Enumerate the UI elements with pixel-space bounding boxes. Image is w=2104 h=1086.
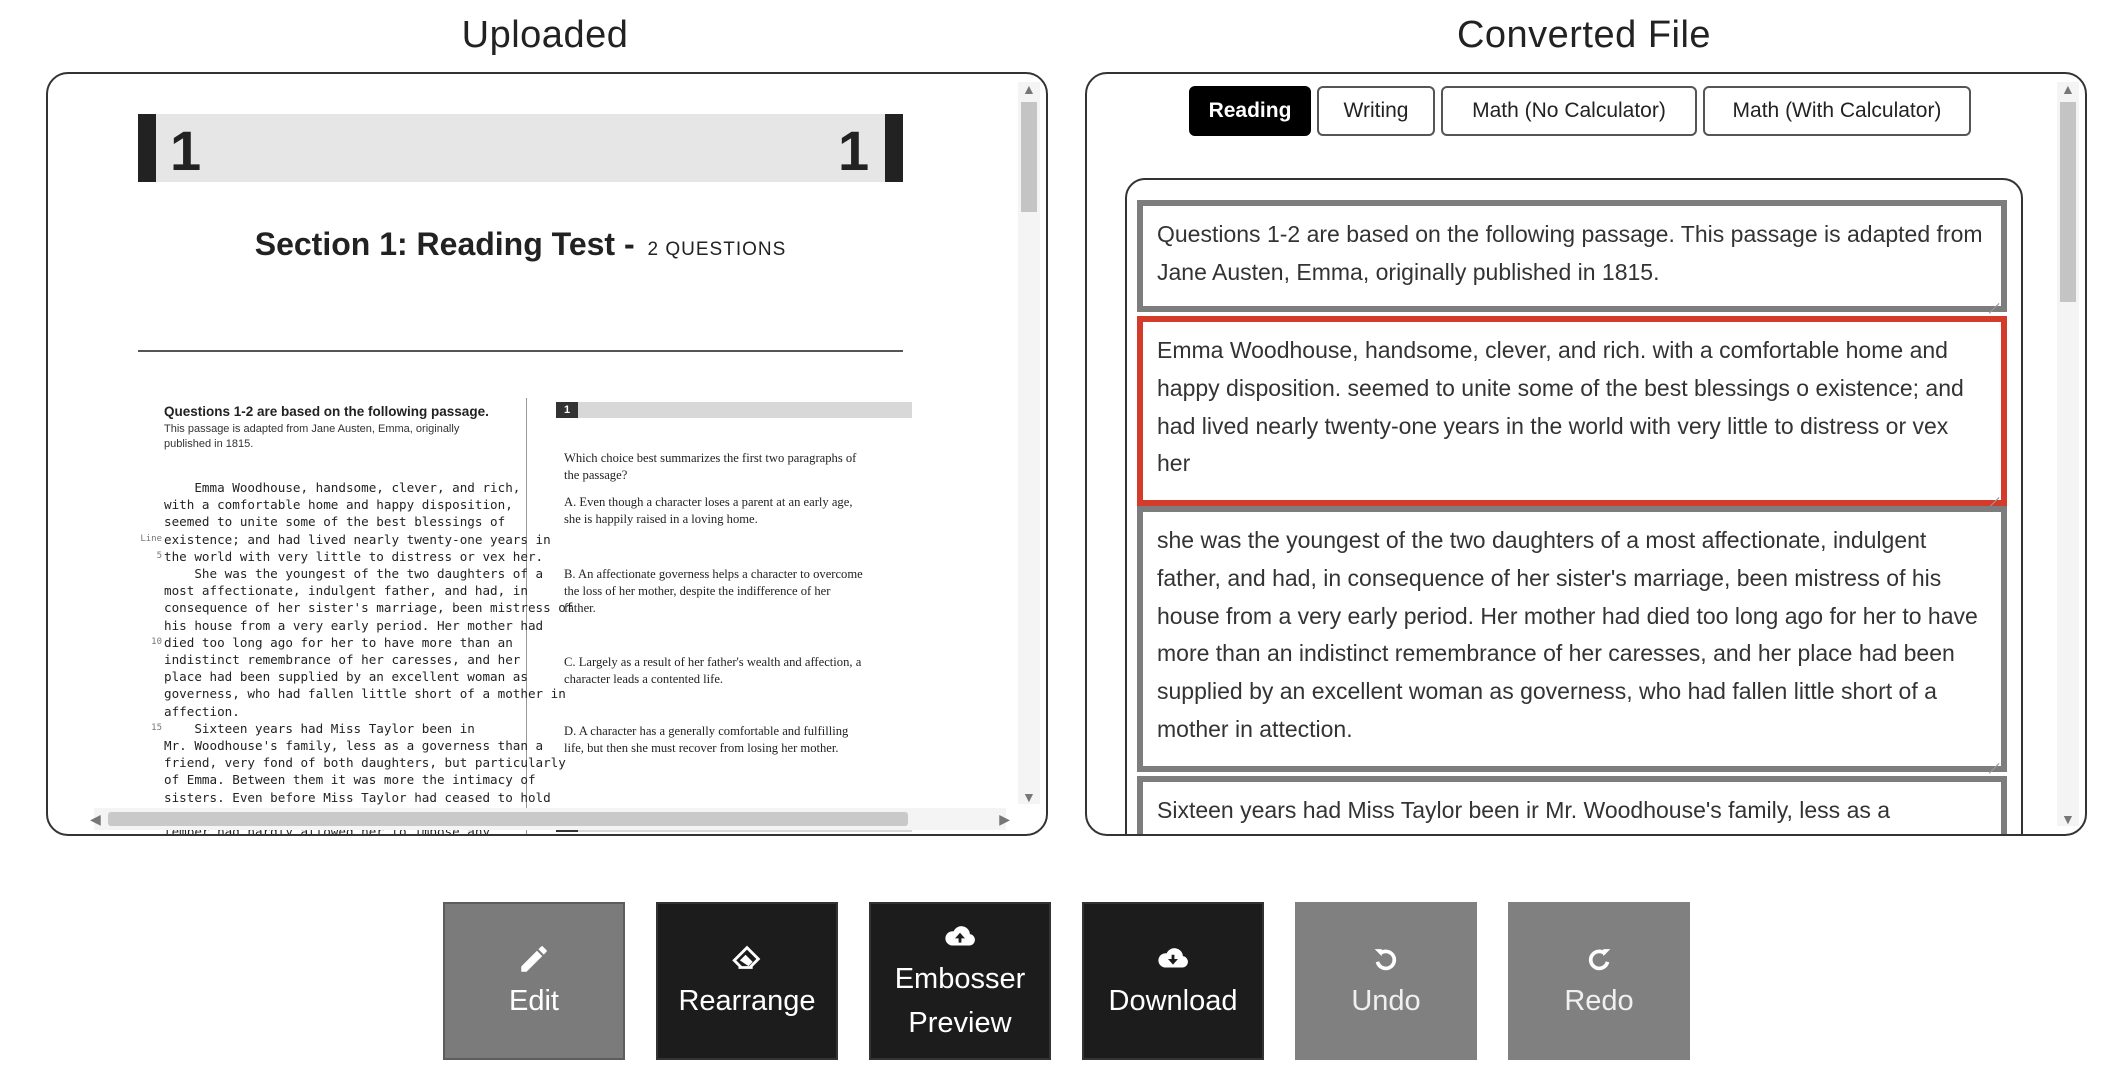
passage-source: This passage is adapted from Jane Austen… bbox=[164, 423, 460, 450]
right-vertical-scrollbar[interactable]: ▲ ▼ bbox=[2057, 82, 2079, 826]
text-block[interactable]: Questions 1-2 are based on the following… bbox=[1137, 200, 2007, 312]
column-divider bbox=[526, 398, 527, 834]
section-header-band bbox=[138, 114, 903, 182]
section-question-count: 2 QUESTIONS bbox=[647, 239, 787, 260]
edit-button[interactable]: Edit bbox=[443, 902, 625, 1060]
text-block-content[interactable]: she was the youngest of the two daughter… bbox=[1157, 527, 1978, 742]
passage-heading: Questions 1-2 are based on the following… bbox=[164, 404, 489, 419]
question-1-number: 1 bbox=[556, 402, 578, 418]
scroll-down-arrow-icon[interactable]: ▼ bbox=[1022, 790, 1036, 804]
text-block-content[interactable]: Sixteen years had Miss Taylor been ir Mr… bbox=[1157, 797, 1890, 823]
tab-math-with-calculator[interactable]: Math (With Calculator) bbox=[1703, 86, 1971, 136]
question-1-band: 1 bbox=[556, 402, 912, 418]
embosser-preview-label-1: Embosser bbox=[894, 963, 1026, 995]
resize-handle-icon[interactable] bbox=[1987, 752, 1999, 764]
pencil-icon bbox=[517, 939, 551, 979]
header-number-left: 1 bbox=[170, 119, 202, 182]
scroll-up-arrow-icon[interactable]: ▲ bbox=[2061, 82, 2075, 96]
text-blocks-container: Questions 1-2 are based on the following… bbox=[1125, 178, 2023, 834]
text-block-selected[interactable]: Emma Woodhouse, handsome, clever, and ri… bbox=[1137, 316, 2007, 506]
download-button[interactable]: Download bbox=[1082, 902, 1264, 1060]
text-block-content[interactable]: Emma Woodhouse, handsome, clever, and ri… bbox=[1157, 337, 1964, 476]
scroll-up-arrow-icon[interactable]: ▲ bbox=[1022, 82, 1036, 96]
cloud-upload-icon bbox=[943, 917, 977, 957]
header-bar-left bbox=[138, 114, 156, 182]
tab-reading[interactable]: Reading bbox=[1189, 86, 1311, 136]
edit-label: Edit bbox=[509, 985, 559, 1017]
undo-label: Undo bbox=[1351, 985, 1421, 1017]
section-divider bbox=[138, 350, 903, 352]
uploaded-document-viewer[interactable]: 1 1 Section 1: Reading Test - 2 QUESTION… bbox=[46, 72, 1048, 836]
resize-handle-icon[interactable] bbox=[1987, 486, 1999, 498]
header-bar-right bbox=[885, 114, 903, 182]
eraser-icon bbox=[730, 939, 764, 979]
redo-label: Redo bbox=[1564, 985, 1634, 1017]
scroll-left-arrow-icon[interactable]: ◀ bbox=[90, 812, 101, 826]
passage-text: Emma Woodhouse, handsome, clever, and ri… bbox=[164, 480, 574, 836]
tab-writing[interactable]: Writing bbox=[1317, 86, 1435, 136]
scroll-right-arrow-icon[interactable]: ▶ bbox=[999, 812, 1010, 826]
section-title: Section 1: Reading Test - 2 QUESTIONS bbox=[138, 226, 903, 263]
line-numbers: Line 5 10 15 20 bbox=[140, 533, 162, 819]
undo-icon bbox=[1369, 939, 1403, 979]
text-block[interactable]: Sixteen years had Miss Taylor been ir Mr… bbox=[1137, 776, 2007, 834]
left-horizontal-scrollbar[interactable]: ◀ ▶ bbox=[90, 808, 1010, 830]
right-scroll-thumb[interactable] bbox=[2060, 102, 2076, 302]
converted-file-editor[interactable]: Reading Writing Math (No Calculator) Mat… bbox=[1085, 72, 2087, 836]
question-1-choice-b: B. An affectionate governess helps a cha… bbox=[564, 567, 863, 616]
text-block-content[interactable]: Questions 1-2 are based on the following… bbox=[1157, 221, 1983, 285]
left-scroll-thumb[interactable] bbox=[1021, 102, 1037, 212]
redo-button[interactable]: Redo bbox=[1508, 902, 1690, 1060]
redo-icon bbox=[1582, 939, 1616, 979]
section-title-text: Section 1: Reading Test - bbox=[254, 226, 635, 262]
rearrange-button[interactable]: Rearrange bbox=[656, 902, 838, 1060]
embosser-preview-label-2: Preview bbox=[908, 1007, 1012, 1039]
cloud-download-icon bbox=[1156, 939, 1190, 979]
embosser-preview-button[interactable]: Embosser Preview bbox=[869, 902, 1051, 1060]
question-1-stem: Which choice best summarizes the first t… bbox=[564, 451, 857, 483]
download-label: Download bbox=[1108, 985, 1238, 1017]
document-page: 1 1 Section 1: Reading Test - 2 QUESTION… bbox=[138, 114, 953, 834]
converted-file-title: Converted File bbox=[1456, 14, 1712, 56]
question-1-choice-a: A. Even though a character loses a paren… bbox=[564, 495, 853, 527]
question-1-choice-c: C. Largely as a result of her father's w… bbox=[564, 655, 862, 687]
rearrange-label: Rearrange bbox=[678, 985, 816, 1017]
tab-math-no-calculator[interactable]: Math (No Calculator) bbox=[1441, 86, 1697, 136]
left-hscroll-thumb[interactable] bbox=[108, 812, 908, 826]
undo-button[interactable]: Undo bbox=[1295, 902, 1477, 1060]
header-number-right: 1 bbox=[838, 119, 870, 182]
scroll-down-arrow-icon[interactable]: ▼ bbox=[2061, 812, 2075, 826]
left-vertical-scrollbar[interactable]: ▲ ▼ bbox=[1018, 82, 1040, 804]
resize-handle-icon[interactable] bbox=[1987, 292, 1999, 304]
text-block[interactable]: she was the youngest of the two daughter… bbox=[1137, 506, 2007, 772]
uploaded-title: Uploaded bbox=[461, 14, 629, 56]
question-1-choice-d: D. A character has a generally comfortab… bbox=[564, 724, 849, 756]
